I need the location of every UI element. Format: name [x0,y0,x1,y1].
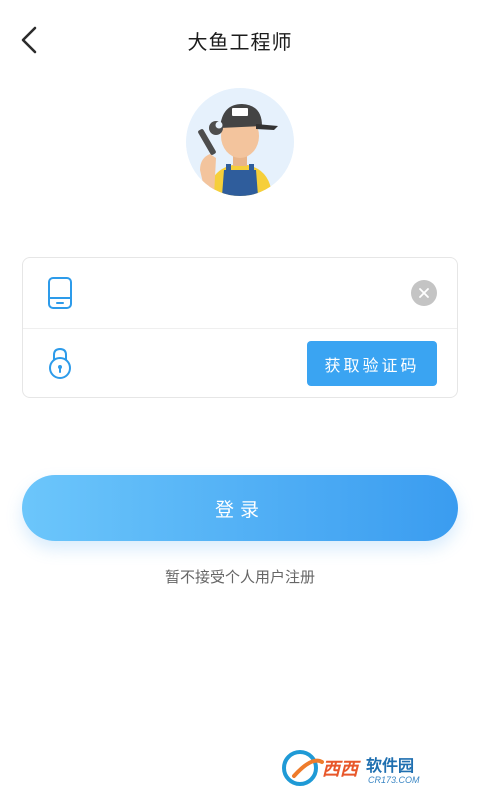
clear-phone-button[interactable] [411,280,437,306]
header: 大鱼工程师 [0,0,480,80]
watermark-logo-icon: 西西 软件园 CR173.COM [282,750,420,786]
avatar [186,88,294,196]
code-row: 获取验证码 [23,328,457,398]
get-code-button[interactable]: 获取验证码 [307,341,437,386]
lock-icon [49,347,71,379]
code-input[interactable] [101,346,325,382]
phone-icon [48,277,72,309]
watermark: 西西 软件园 CR173.COM [282,748,462,788]
engineer-avatar-icon [186,88,294,196]
page-title: 大鱼工程师 [187,30,293,54]
phone-row [23,258,457,329]
svg-text:CR173.COM: CR173.COM [368,775,420,785]
login-button[interactable]: 登录 [22,475,458,541]
phone-input[interactable] [101,276,325,312]
login-form-card: 获取验证码 [22,257,458,398]
clear-icon [419,288,429,298]
svg-text:软件园: 软件园 [366,756,414,775]
svg-text:西西: 西西 [322,759,361,779]
registration-notice: 暂不接受个人用户注册 [164,568,315,586]
